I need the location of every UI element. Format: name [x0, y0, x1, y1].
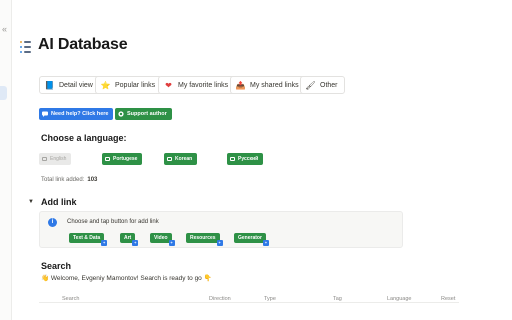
add-link-heading[interactable]: Add link — [41, 197, 77, 207]
total-links: Total link added: 103 — [41, 177, 97, 183]
welcome-message: 👋 Welcome, Evgeniy Mamontov! Search is r… — [41, 275, 212, 282]
brush-icon: 🖌 — [305, 80, 316, 90]
detail-view-label: Detail view — [59, 81, 93, 89]
badge-icon: + — [101, 240, 108, 246]
badge-icon: + — [132, 240, 139, 246]
other-button[interactable]: 🖌 Other — [300, 76, 345, 94]
category-generator-button[interactable]: Generator + — [234, 233, 269, 246]
language-icon — [230, 157, 235, 161]
category-label: Video — [154, 235, 168, 241]
category-text-data-button[interactable]: Text & Data + — [69, 233, 108, 246]
sidebar — [0, 0, 12, 320]
support-author-button[interactable]: Support author — [115, 108, 172, 120]
total-links-label: Total link added: — [41, 177, 85, 183]
category-label: Resources — [190, 235, 216, 241]
detail-view-button[interactable]: 📘 Detail view — [39, 76, 100, 94]
shared-links-label: My shared links — [250, 81, 299, 89]
info-icon: i — [48, 218, 57, 227]
language-icon — [167, 157, 172, 161]
search-heading: Search — [41, 261, 72, 271]
language-icon — [105, 157, 110, 161]
help-label: Need help? Click here — [51, 111, 109, 117]
favorite-links-label: My favorite links — [178, 81, 229, 89]
heart-icon: ❤ — [165, 80, 172, 90]
total-links-value: 103 — [87, 177, 98, 183]
toggle-triangle-icon[interactable]: ▼ — [28, 199, 34, 205]
support-author-label: Support author — [127, 111, 167, 117]
language-korean[interactable]: Korean — [164, 153, 198, 165]
language-korean-label: Korean — [175, 156, 193, 162]
badge-icon: + — [168, 240, 175, 246]
category-label: Art — [124, 235, 132, 241]
help-button[interactable]: Need help? Click here — [39, 108, 114, 120]
other-label: Other — [320, 81, 338, 89]
category-label: Text & Data — [73, 235, 101, 241]
category-resources-button[interactable]: Resources + — [186, 233, 223, 246]
category-video-button[interactable]: Video + — [150, 233, 175, 246]
share-icon: 📤 — [235, 80, 246, 90]
language-english[interactable]: English — [39, 153, 72, 165]
language-heading: Choose a language: — [41, 133, 127, 143]
page-icon: 📘 — [44, 80, 55, 90]
favorite-links-button[interactable]: ❤ My favorite links — [158, 76, 236, 94]
language-russian[interactable]: Русский — [227, 153, 264, 165]
category-label: Generator — [238, 235, 262, 241]
coin-icon — [118, 111, 124, 117]
sidebar-active-marker — [0, 86, 7, 100]
category-art-button[interactable]: Art + — [120, 233, 139, 246]
divider — [39, 302, 459, 303]
language-icon — [42, 157, 47, 161]
language-portugese-label: Portugese — [113, 156, 138, 162]
add-link-callout: i Choose and tap button for add link Tex… — [39, 211, 403, 248]
collapse-sidebar-icon[interactable]: « — [2, 24, 7, 34]
list-icon — [20, 41, 31, 53]
popular-links-label: Popular links — [115, 81, 156, 89]
language-english-label: English — [50, 156, 67, 162]
badge-icon: + — [262, 240, 269, 246]
add-link-hint: Choose and tap button for add link — [67, 219, 159, 225]
page-title: AI Database — [38, 36, 128, 53]
language-russian-label: Русский — [238, 156, 259, 162]
chat-icon — [42, 111, 48, 117]
language-portugese[interactable]: Portugese — [102, 153, 143, 165]
popular-links-button[interactable]: ⭐ Popular links — [95, 76, 163, 94]
shared-links-button[interactable]: 📤 My shared links — [230, 76, 306, 94]
star-icon: ⭐ — [100, 80, 111, 90]
badge-icon: + — [216, 240, 223, 246]
